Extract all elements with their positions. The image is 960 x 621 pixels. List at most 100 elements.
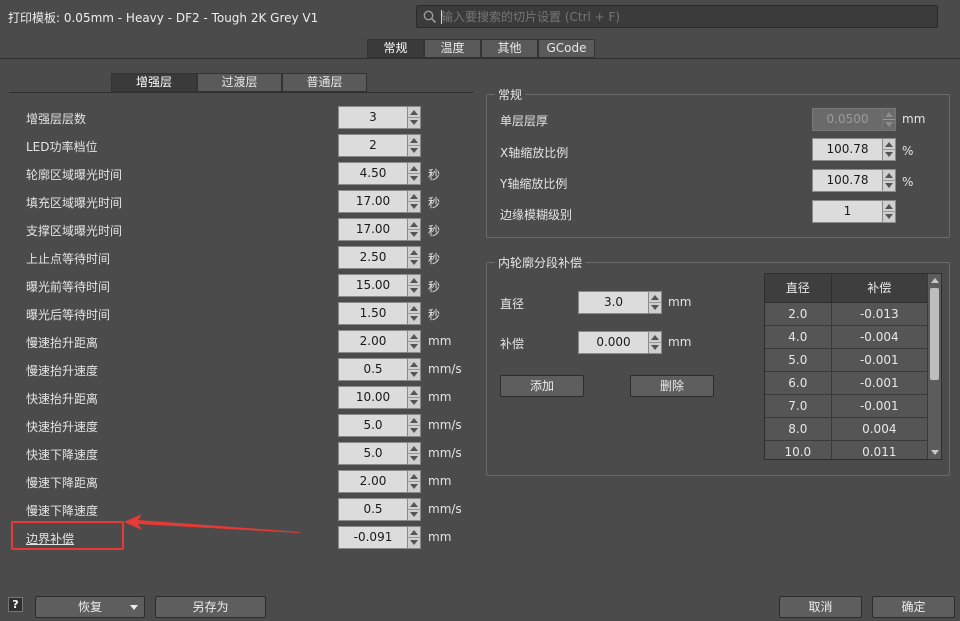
spin-arrows[interactable]	[408, 274, 421, 297]
setting-spinbox[interactable]: 5.0	[338, 414, 421, 437]
table-cell[interactable]: 0.004	[831, 417, 929, 441]
down-arrow-icon[interactable]	[885, 152, 893, 157]
down-arrow-icon[interactable]	[885, 214, 893, 219]
help-icon[interactable]: ?	[8, 597, 23, 612]
down-arrow-icon[interactable]	[410, 260, 418, 265]
table-scrollbar[interactable]	[927, 274, 941, 459]
setting-spinbox[interactable]: 10.00	[338, 386, 421, 409]
scrollbar-thumb[interactable]	[930, 288, 939, 380]
spin-arrows[interactable]	[408, 106, 421, 129]
setting-spinbox[interactable]: 15.00	[338, 274, 421, 297]
restore-dropdown-button[interactable]: 恢复	[35, 596, 145, 618]
table-row[interactable]: 6.0 -0.001	[765, 371, 929, 395]
diameter-value[interactable]: 3.0	[578, 291, 649, 314]
table-row[interactable]: 7.0 -0.001	[765, 394, 929, 418]
setting-value[interactable]: 2.50	[338, 246, 408, 269]
up-arrow-icon[interactable]	[410, 474, 418, 479]
setting-value[interactable]: 15.00	[338, 274, 408, 297]
setting-value[interactable]: 5.0	[338, 442, 408, 465]
cancel-button[interactable]: 取消	[779, 596, 862, 618]
column-header-diameter[interactable]: 直径	[765, 274, 832, 303]
up-arrow-icon[interactable]	[410, 250, 418, 255]
ok-button[interactable]: 确定	[872, 596, 955, 618]
subtab-enhanced-layer[interactable]: 增强层	[111, 73, 197, 92]
down-arrow-icon[interactable]	[410, 232, 418, 237]
diameter-spinbox[interactable]: 3.0	[578, 291, 662, 314]
down-arrow-icon[interactable]	[410, 316, 418, 321]
up-arrow-icon[interactable]	[885, 142, 893, 147]
down-arrow-icon[interactable]	[410, 120, 418, 125]
spin-arrows[interactable]	[408, 246, 421, 269]
up-arrow-icon[interactable]	[410, 390, 418, 395]
x-scale-value[interactable]: 100.78	[812, 138, 883, 161]
table-row[interactable]: 8.0 0.004	[765, 417, 929, 441]
table-cell[interactable]: -0.001	[831, 348, 929, 372]
x-scale-spinbox[interactable]: 100.78	[812, 138, 896, 161]
spin-arrows[interactable]	[408, 218, 421, 241]
scroll-up-icon[interactable]	[931, 278, 939, 283]
up-arrow-icon[interactable]	[410, 502, 418, 507]
setting-spinbox[interactable]: 3	[338, 106, 421, 129]
table-cell[interactable]: 5.0	[765, 348, 832, 372]
setting-value[interactable]: 10.00	[338, 386, 408, 409]
spin-arrows[interactable]	[408, 162, 421, 185]
down-arrow-icon[interactable]	[410, 344, 418, 349]
table-cell[interactable]: 7.0	[765, 394, 832, 418]
search-box[interactable]	[416, 5, 938, 28]
up-arrow-icon[interactable]	[410, 446, 418, 451]
spin-arrows[interactable]	[408, 134, 421, 157]
down-arrow-icon[interactable]	[410, 372, 418, 377]
setting-value[interactable]: 0.5	[338, 358, 408, 381]
up-arrow-icon[interactable]	[410, 110, 418, 115]
table-cell[interactable]: 6.0	[765, 371, 832, 395]
compensation-value[interactable]: 0.000	[578, 331, 649, 354]
table-cell[interactable]: -0.001	[831, 371, 929, 395]
column-header-compensation[interactable]: 补偿	[831, 274, 929, 303]
edge-compensation-spinbox[interactable]: -0.091	[338, 526, 421, 549]
setting-spinbox[interactable]: 0.5	[338, 498, 421, 521]
setting-spinbox[interactable]: 2.00	[338, 470, 421, 493]
down-arrow-icon[interactable]	[410, 204, 418, 209]
up-arrow-icon[interactable]	[410, 222, 418, 227]
setting-value[interactable]: 5.0	[338, 414, 408, 437]
setting-spinbox[interactable]: 4.50	[338, 162, 421, 185]
up-arrow-icon[interactable]	[885, 204, 893, 209]
y-scale-spinbox[interactable]: 100.78	[812, 169, 896, 192]
setting-value[interactable]: 2.00	[338, 470, 408, 493]
down-arrow-icon[interactable]	[410, 176, 418, 181]
table-cell[interactable]: 0.011	[831, 440, 929, 459]
setting-value[interactable]: 17.00	[338, 190, 408, 213]
setting-spinbox[interactable]: 2.50	[338, 246, 421, 269]
up-arrow-icon[interactable]	[410, 278, 418, 283]
up-arrow-icon[interactable]	[410, 530, 418, 535]
save-as-button[interactable]: 另存为	[155, 596, 266, 618]
tab-general[interactable]: 常规	[367, 39, 424, 58]
up-arrow-icon[interactable]	[410, 362, 418, 367]
down-arrow-icon[interactable]	[410, 428, 418, 433]
compensation-table[interactable]: 直径 补偿 2.0 -0.013 4.0 -0.004 5.0 -0.001 6.0-…	[764, 273, 942, 460]
tab-temperature[interactable]: 温度	[424, 39, 481, 58]
down-arrow-icon[interactable]	[410, 400, 418, 405]
setting-value[interactable]: -0.091	[338, 526, 408, 549]
subtab-normal-layer[interactable]: 普通层	[282, 73, 367, 92]
add-button[interactable]: 添加	[500, 375, 584, 397]
setting-spinbox[interactable]: 5.0	[338, 442, 421, 465]
up-arrow-icon[interactable]	[410, 306, 418, 311]
spin-arrows[interactable]	[883, 169, 896, 192]
down-arrow-icon[interactable]	[651, 345, 659, 350]
up-arrow-icon[interactable]	[651, 335, 659, 340]
tab-other[interactable]: 其他	[481, 39, 538, 58]
up-arrow-icon[interactable]	[410, 418, 418, 423]
search-input[interactable]	[441, 8, 931, 26]
spin-arrows[interactable]	[408, 414, 421, 437]
spin-arrows[interactable]	[408, 498, 421, 521]
down-arrow-icon[interactable]	[410, 512, 418, 517]
spin-arrows[interactable]	[649, 291, 662, 314]
table-row[interactable]: 10.0 0.011	[765, 440, 929, 459]
spin-arrows[interactable]	[408, 386, 421, 409]
edge-blur-spinbox[interactable]: 1	[812, 200, 896, 223]
up-arrow-icon[interactable]	[651, 295, 659, 300]
up-arrow-icon[interactable]	[410, 194, 418, 199]
setting-spinbox[interactable]: 17.00	[338, 218, 421, 241]
down-arrow-icon[interactable]	[651, 305, 659, 310]
